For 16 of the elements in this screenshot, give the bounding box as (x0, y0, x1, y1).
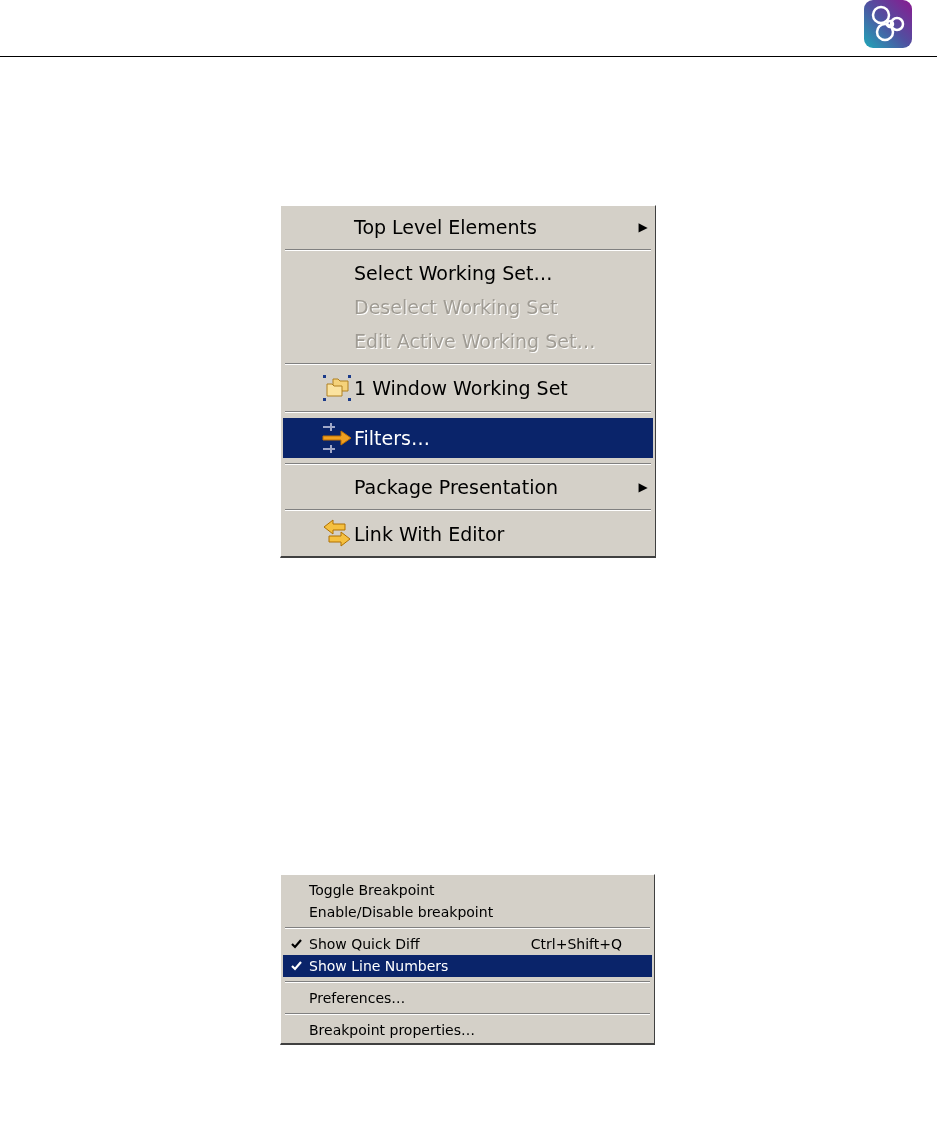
menu-item[interactable]: Top Level Elements ▶ (283, 210, 653, 244)
link-arrows-icon (321, 518, 353, 550)
menu-item[interactable]: Preferences… (283, 987, 652, 1009)
folder-icon (321, 373, 353, 403)
menu-item[interactable]: Breakpoint properties… (283, 1019, 652, 1041)
logo-icon (864, 0, 912, 48)
menu-item[interactable]: Show Quick Diff Ctrl+Shift+Q (283, 933, 652, 955)
menu-item[interactable]: Enable/Disable breakpoint (283, 901, 652, 923)
menu-item[interactable]: Show Line Numbers (283, 955, 652, 977)
filter-icon (321, 421, 353, 455)
menu-item[interactable]: Link With Editor (283, 516, 653, 552)
menu-item[interactable]: Toggle Breakpoint (283, 879, 652, 901)
menu-item[interactable]: Package Presentation ▶ (283, 470, 653, 504)
menu-item[interactable]: Filters… (283, 418, 653, 458)
menu-item[interactable]: 1 Window Working Set (283, 370, 653, 406)
menu-item[interactable]: Select Working Set… (283, 256, 653, 290)
